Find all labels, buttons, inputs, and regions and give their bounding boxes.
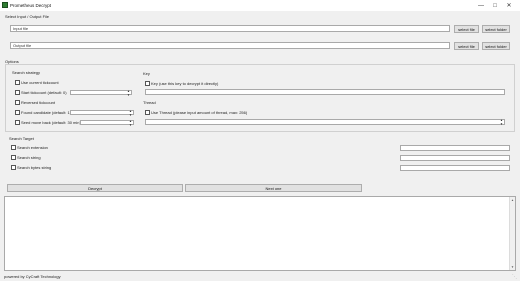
key-input[interactable] [145, 89, 505, 95]
resize-grip-icon[interactable]: ⋱ [512, 274, 517, 280]
spin-arrows-icon[interactable]: ▲ ▼ [129, 119, 132, 127]
search-target-heading: Search Target [9, 136, 34, 141]
input-select-folder-button[interactable]: select folder [482, 25, 510, 33]
start-tickcount-checkbox[interactable] [15, 90, 20, 95]
key-checkbox[interactable] [145, 81, 150, 86]
reversed-tickcount-label: Reversed tickcount [21, 100, 56, 105]
maximize-icon[interactable]: □ [488, 0, 502, 11]
spin-arrows-icon[interactable]: ▲ ▼ [500, 118, 503, 126]
io-section-heading: Select Input / Output File [5, 14, 50, 19]
scroll-down-icon[interactable]: ▼ [511, 265, 514, 269]
search-string-label: Search string [17, 155, 41, 160]
next-one-button[interactable]: Next one [185, 184, 362, 192]
found-candidate-label: Found candidate (default: 1) [21, 110, 72, 115]
spin-arrows-icon[interactable]: ▲ ▼ [129, 109, 132, 117]
reversed-tickcount-checkbox[interactable] [15, 100, 20, 105]
output-select-folder-button[interactable]: select folder [482, 42, 510, 50]
start-tickcount-spinbox[interactable]: ▲ ▼ [70, 89, 132, 97]
seed-move-back-checkbox[interactable] [15, 120, 20, 125]
search-strategy-heading: Search strategy [12, 70, 41, 75]
output-file-field[interactable]: Output file [10, 42, 450, 49]
found-candidate-spinbox[interactable]: ▲ ▼ [70, 109, 134, 117]
key-heading: Key [143, 71, 150, 76]
output-select-file-button[interactable]: select file [454, 42, 479, 50]
search-bytes-string-label: Search bytes string [17, 165, 52, 170]
log-output-area[interactable]: ▲ ▼ [4, 196, 516, 271]
key-checkbox-label: Key (use this key to decrypt it directly… [151, 81, 219, 86]
thread-heading: Thread [143, 100, 156, 105]
use-thread-label: Use Thread (please input amount of threa… [151, 110, 248, 115]
minimize-icon[interactable]: — [474, 0, 488, 11]
thread-count-spinbox[interactable]: ▲ ▼ [145, 118, 505, 126]
search-extension-checkbox[interactable] [11, 145, 16, 150]
title-bar: Prometheus Decrypt — □ ✕ [0, 0, 520, 11]
scroll-up-icon[interactable]: ▲ [511, 198, 514, 202]
footer-text: powered by CyCraft Technology [4, 274, 61, 279]
input-file-field[interactable]: Input file [10, 25, 450, 32]
search-extension-label: Search extension [17, 145, 48, 150]
spin-arrows-icon[interactable]: ▲ ▼ [127, 89, 130, 97]
close-icon[interactable]: ✕ [502, 0, 516, 11]
use-thread-checkbox[interactable] [145, 110, 150, 115]
seed-move-back-label: Seed move back (default: 30 min) [21, 120, 81, 125]
decrypt-button[interactable]: Decrypt [7, 184, 183, 192]
search-bytes-string-input[interactable] [400, 165, 510, 171]
app-icon [2, 2, 8, 8]
search-bytes-string-checkbox[interactable] [11, 165, 16, 170]
found-candidate-checkbox[interactable] [15, 110, 20, 115]
log-scrollbar[interactable]: ▲ ▼ [509, 197, 515, 270]
use-current-tickcount-checkbox[interactable] [15, 80, 20, 85]
search-string-checkbox[interactable] [11, 155, 16, 160]
search-string-input[interactable] [400, 155, 510, 161]
start-tickcount-label: Start tickcount (default: 0) [21, 90, 67, 95]
window-title: Prometheus Decrypt [10, 3, 52, 8]
input-select-file-button[interactable]: select file [454, 25, 479, 33]
seed-move-back-spinbox[interactable]: ▲ ▼ [80, 119, 134, 127]
use-current-tickcount-label: Use current tickcount [21, 80, 59, 85]
search-extension-input[interactable] [400, 145, 510, 151]
